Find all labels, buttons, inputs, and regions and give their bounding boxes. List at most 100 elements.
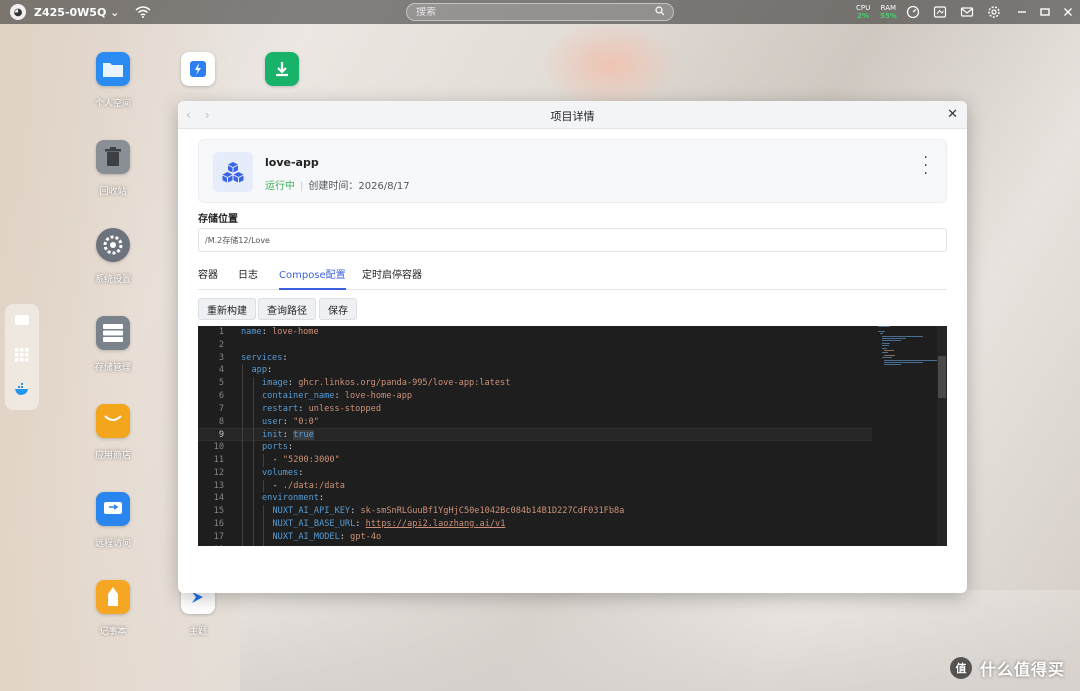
ram-usage[interactable]: RAM 55%: [880, 4, 897, 20]
code-line[interactable]: 4 app:: [198, 364, 872, 377]
project-name: love-app: [265, 156, 319, 169]
dock-item-apps[interactable]: [5, 338, 39, 372]
desktop-icon-download[interactable]: [246, 52, 318, 86]
wifi-icon[interactable]: [135, 6, 151, 18]
minimap-line: [882, 352, 889, 354]
code-line[interactable]: 3 services:: [198, 352, 872, 365]
indent-guide: [252, 466, 254, 480]
code-text: user: "0:0": [262, 416, 319, 427]
storage-location-field[interactable]: /M.2存储12/Love: [198, 228, 947, 252]
dock-item-desktop[interactable]: [5, 304, 39, 338]
store-icon: [96, 404, 130, 438]
indent-guide: [252, 479, 254, 493]
line-number: 11: [213, 455, 224, 465]
speed-gauge-icon[interactable]: [906, 5, 920, 19]
rebuild-button[interactable]: 重新构建: [198, 298, 256, 320]
task-monitor-icon[interactable]: [933, 5, 947, 19]
indent-guide: [242, 492, 243, 506]
window-title: 项目详情: [550, 110, 595, 123]
code-line[interactable]: 17 NUXT_AI_MODEL: gpt-4o: [198, 531, 872, 544]
code-line[interactable]: 7 restart: unless-stopped: [198, 403, 872, 416]
indent-guide: [252, 428, 254, 442]
indent-guide: [242, 454, 243, 467]
search-input[interactable]: [416, 6, 646, 18]
settings-gear-icon[interactable]: [987, 5, 1001, 19]
code-text: name: love-home: [241, 327, 319, 337]
search-bar[interactable]: [406, 3, 674, 21]
code-line[interactable]: 15 NUXT_AI_API_KEY: sk-smSnRLGuuBf1YgHjC5…: [198, 505, 872, 518]
window-close-icon[interactable]: ✕: [947, 107, 958, 122]
indent-guide: [252, 543, 254, 546]
download-icon: [265, 52, 299, 86]
indent-guide: [252, 377, 254, 390]
more-options-icon[interactable]: · · ·: [924, 151, 928, 181]
code-line[interactable]: 2: [198, 339, 872, 352]
desktop-icon-system-settings[interactable]: 系统设置: [77, 228, 149, 285]
indent-guide: [263, 530, 264, 544]
minimap-line: [884, 354, 895, 356]
minimap-line: [884, 350, 894, 351]
indent-guide: [242, 377, 243, 390]
code-line[interactable]: 1 name: love-home: [198, 326, 872, 339]
code-line[interactable]: 6 container_name: love-home-app: [198, 390, 872, 403]
search-icon[interactable]: [655, 6, 665, 16]
code-line[interactable]: 16 NUXT_AI_BASE_URL: https://api2.laozhan…: [198, 518, 872, 531]
watermark-text: 什么值得买: [980, 660, 1066, 679]
code-line[interactable]: 9 init: true: [198, 428, 872, 442]
desktop-icon-personal-space[interactable]: 个人空间: [77, 52, 149, 109]
device-name[interactable]: Z425-0W5Q ⌄: [34, 6, 119, 19]
desktop-icon-app-store[interactable]: 应用商店: [77, 404, 149, 461]
line-number: 5: [218, 378, 224, 389]
minimap-line: [882, 347, 887, 349]
close-icon[interactable]: [1061, 5, 1075, 19]
minimap-line: [882, 345, 890, 347]
minimap-line: [882, 357, 892, 359]
trash-icon: [96, 140, 130, 174]
tab-scheduled-start-stop[interactable]: 定时启停容器: [362, 266, 422, 288]
cpu-usage[interactable]: CPU 2%: [856, 4, 870, 20]
query-path-button[interactable]: 查询路径: [258, 298, 316, 320]
code-line[interactable]: 12 volumes:: [198, 467, 872, 480]
editor-scrollbar[interactable]: [937, 326, 947, 546]
editor-minimap[interactable]: [878, 326, 940, 376]
minimap-line: [882, 335, 924, 337]
code-line[interactable]: 5 image: ghcr.linkos.org/panda-995/love-a…: [198, 377, 872, 390]
desktop-icon-storage-manager[interactable]: 存储管理: [77, 316, 149, 373]
indent-guide: [252, 390, 254, 403]
tab-containers[interactable]: 容器: [198, 266, 218, 288]
nas-logo-icon[interactable]: ◕: [10, 4, 26, 20]
code-line[interactable]: 13 - ./data:/data: [198, 480, 872, 493]
code-line[interactable]: 11 - "5200:3000": [198, 454, 872, 467]
code-line[interactable]: 18: [198, 544, 872, 546]
maximize-icon[interactable]: [1038, 5, 1052, 19]
line-number: 8: [218, 416, 224, 427]
desktop-view-icon: [15, 315, 29, 325]
desktop-icon-notepad[interactable]: 记事本: [77, 580, 149, 637]
code-text: services:: [241, 352, 288, 363]
code-line[interactable]: 10 ports:: [198, 441, 872, 454]
line-number: 3: [218, 352, 224, 363]
desktop-icon-recycle-bin[interactable]: 回收站: [77, 140, 149, 197]
tab-logs[interactable]: 日志: [238, 266, 258, 288]
editor-scroll-thumb[interactable]: [938, 356, 946, 398]
minimize-icon[interactable]: [1015, 5, 1029, 19]
save-button[interactable]: 保存: [319, 298, 357, 320]
wallpaper-hand: [540, 20, 680, 110]
desktop-icon-thunder[interactable]: [162, 52, 234, 86]
indent-guide: [252, 492, 254, 506]
indent-guide: [252, 402, 254, 416]
storage-location-label: 存储位置: [198, 214, 238, 225]
mail-icon[interactable]: [960, 5, 974, 19]
line-number: 4: [218, 365, 224, 376]
code-line[interactable]: 8 user: "0:0": [198, 416, 872, 429]
watermark: 值 什么值得买: [950, 656, 1065, 680]
tab-compose-config[interactable]: Compose配置: [279, 266, 346, 290]
code-line[interactable]: 14 environment:: [198, 492, 872, 505]
status-badge: 运行中: [265, 181, 295, 192]
desktop-icon-remote-access[interactable]: 远程访问: [77, 492, 149, 549]
docker-icon: [15, 383, 28, 395]
dock-item-docker[interactable]: [5, 372, 39, 406]
line-number: 7: [218, 403, 224, 414]
compose-code-editor[interactable]: 1 name: love-home 2 3 services: 4 app: 5 image: …: [198, 326, 947, 546]
minimap-line: [882, 338, 907, 339]
